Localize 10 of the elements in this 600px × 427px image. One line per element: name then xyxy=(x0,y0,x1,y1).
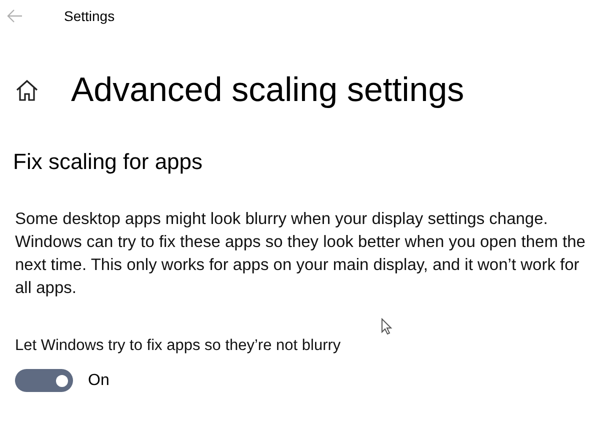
back-arrow-icon xyxy=(7,9,23,23)
toggle-switch[interactable] xyxy=(15,369,73,392)
section-heading: Fix scaling for apps xyxy=(12,148,204,176)
window-title: Settings xyxy=(64,6,115,26)
home-icon xyxy=(15,79,39,101)
toggle-label: Let Windows try to fix apps so they’re not blurry xyxy=(15,336,341,356)
description-text: Some desktop apps might look blurry when your display settings change. Windows can try to fix these apps so they look better when you open them the next time. This only works for apps on your main display, and it won’t work for all apps. xyxy=(14,208,586,298)
toggle-state-text: On xyxy=(88,370,110,391)
mouse-cursor-icon xyxy=(381,318,393,335)
page-title: Advanced scaling settings xyxy=(71,73,464,107)
